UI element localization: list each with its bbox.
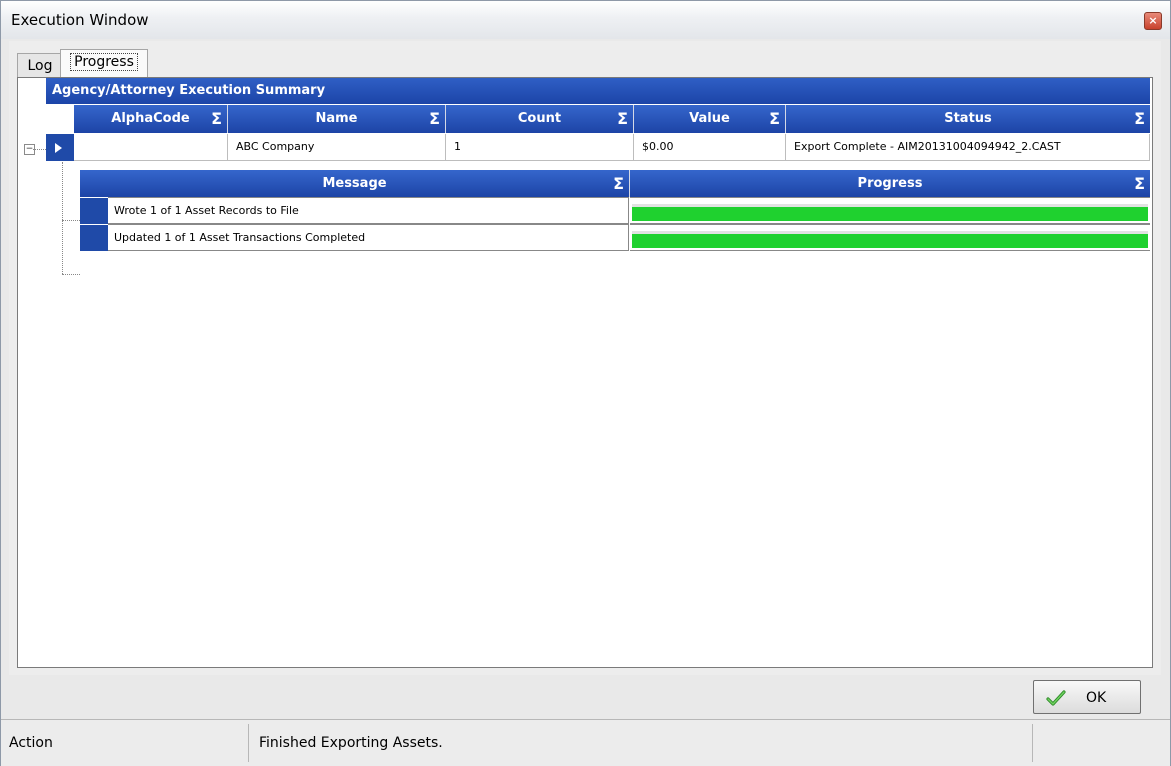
client-area: Log Progress Agency/Attorney Execution S… <box>9 41 1161 675</box>
sigma-icon[interactable]: Σ <box>1134 170 1145 197</box>
sigma-icon[interactable]: Σ <box>769 105 780 133</box>
progress-panel: Agency/Attorney Execution Summary AlphaC… <box>17 77 1153 668</box>
status-bar: Action Finished Exporting Assets. <box>1 719 1170 766</box>
column-header-alphacode[interactable]: AlphaCode Σ <box>74 105 228 133</box>
close-button[interactable]: × <box>1144 12 1162 30</box>
sigma-icon[interactable]: Σ <box>429 105 440 133</box>
button-bar: OK <box>9 677 1161 717</box>
column-label: Message <box>322 176 387 191</box>
tree-connector <box>62 274 80 275</box>
ok-button[interactable]: OK <box>1033 680 1141 714</box>
column-label: Name <box>315 111 358 126</box>
checkmark-icon <box>1046 690 1066 706</box>
status-label: Action <box>5 724 249 762</box>
status-message: Finished Exporting Assets. <box>253 724 1033 762</box>
band-header: Agency/Attorney Execution Summary <box>46 78 1150 104</box>
cell-alphacode[interactable] <box>74 134 228 161</box>
progress-fill <box>632 234 1148 248</box>
close-icon: × <box>1148 14 1158 27</box>
cell-progress <box>630 224 1150 251</box>
tab-progress[interactable]: Progress <box>60 49 148 79</box>
row-indicator-icon[interactable] <box>46 134 74 161</box>
cell-progress <box>630 197 1150 224</box>
column-header-name[interactable]: Name Σ <box>228 105 446 133</box>
tree-connector <box>62 220 80 221</box>
sigma-icon[interactable]: Σ <box>613 170 624 197</box>
column-label: Count <box>517 111 562 126</box>
column-label: Progress <box>857 176 923 191</box>
column-label: Status <box>944 111 992 126</box>
cell-message[interactable]: Updated 1 of 1 Asset Transactions Comple… <box>108 224 629 251</box>
column-header-status[interactable]: Status Σ <box>786 105 1150 133</box>
column-header-count[interactable]: Count Σ <box>446 105 634 133</box>
progress-bar <box>632 231 1148 248</box>
column-header-value[interactable]: Value Σ <box>634 105 786 133</box>
progress-bar <box>632 204 1148 221</box>
sigma-icon[interactable]: Σ <box>1134 105 1145 133</box>
cell-count[interactable]: 1 <box>446 134 634 161</box>
tab-log[interactable]: Log <box>17 53 63 78</box>
sigma-icon[interactable]: Σ <box>211 105 222 133</box>
detail-row-indicator[interactable] <box>80 225 108 251</box>
column-label: AlphaCode <box>111 111 190 126</box>
tree-connector <box>33 149 46 150</box>
column-header-progress[interactable]: Progress Σ <box>630 170 1150 197</box>
column-header-message[interactable]: Message Σ <box>80 170 630 197</box>
progress-fill <box>632 207 1148 221</box>
cell-name[interactable]: ABC Company <box>228 134 446 161</box>
column-label: Value <box>689 111 730 126</box>
detail-row-indicator[interactable] <box>80 198 108 224</box>
cell-status[interactable]: Export Complete - AIM20131004094942_2.CA… <box>786 134 1150 161</box>
tree-connector <box>62 162 63 274</box>
tab-progress-label: Progress <box>70 53 138 71</box>
status-extra <box>1033 724 1166 762</box>
execution-window: Execution Window × Log Progress Agency/A… <box>0 0 1171 766</box>
cell-value[interactable]: $0.00 <box>634 134 786 161</box>
cell-message[interactable]: Wrote 1 of 1 Asset Records to File <box>108 197 629 224</box>
ok-label: OK <box>1086 690 1107 706</box>
sigma-icon[interactable]: Σ <box>617 105 628 133</box>
title-bar: Execution Window × <box>1 1 1170 39</box>
window-title: Execution Window <box>11 11 149 29</box>
